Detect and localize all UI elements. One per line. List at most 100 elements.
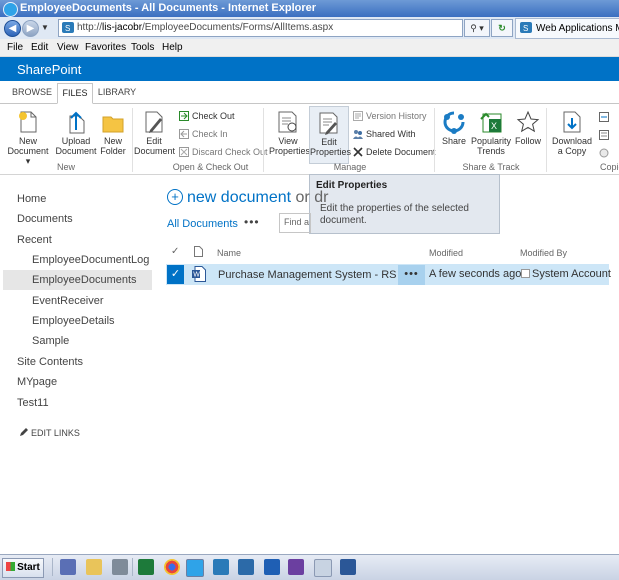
modified-value: A few seconds ago (429, 268, 522, 280)
tooltip-description: Edit the properties of the selected docu… (320, 203, 469, 226)
tab-files[interactable]: FILES (57, 83, 93, 104)
view-all-documents[interactable]: All Documents (167, 218, 238, 230)
item-ellipsis-button[interactable]: ••• (398, 265, 425, 285)
check-in-button[interactable]: Check In (179, 129, 228, 139)
column-header-modified[interactable]: Modified (429, 248, 463, 258)
new-folder-button[interactable]: New Folder (98, 110, 128, 156)
row-checkbox[interactable]: ✓ (167, 265, 184, 284)
svg-text:S: S (65, 24, 70, 33)
presence-indicator-icon (521, 269, 530, 278)
menu-help[interactable]: Help (162, 42, 183, 53)
follow-button[interactable]: Follow (513, 110, 543, 146)
menu-edit[interactable]: Edit (31, 42, 48, 53)
download-copy-button[interactable]: Download a Copy (549, 110, 595, 156)
edit-properties-tooltip: Edit Properties Edit the properties of t… (309, 174, 500, 234)
visual-studio-icon[interactable] (288, 559, 304, 575)
group-divider (434, 108, 435, 172)
back-icon[interactable]: ◀ (4, 20, 21, 37)
menu-file[interactable]: File (7, 42, 23, 53)
upload-document-button[interactable]: Upload Document (55, 110, 97, 156)
new-document-button[interactable]: New Document ▾ (4, 110, 52, 166)
edit-properties-button[interactable]: Edit Properties (309, 106, 351, 164)
discard-check-out-button[interactable]: Discard Check Out (179, 147, 268, 157)
new-document-icon (19, 111, 37, 133)
go-to-source-icon[interactable] (599, 148, 609, 161)
nav-item-sample[interactable]: Sample (32, 335, 69, 347)
send-to-icon[interactable] (599, 112, 609, 125)
edit-properties-icon (319, 112, 338, 135)
command-prompt-icon[interactable] (112, 559, 128, 575)
tab-browse[interactable]: BROWSE (10, 83, 54, 102)
group-label-share-track: Share & Track (462, 162, 520, 172)
select-all-check-icon[interactable]: ✓ (171, 246, 179, 257)
popularity-trends-button[interactable]: X Popularity Trends (471, 110, 511, 156)
check-out-icon (179, 111, 189, 121)
search-dropdown-icon[interactable]: ⚲ ▾ (464, 19, 490, 37)
forward-icon[interactable]: ▶ (22, 20, 39, 37)
download-icon (563, 111, 581, 133)
menu-favorites[interactable]: Favorites (85, 42, 126, 53)
refresh-icon[interactable]: ↻ (491, 19, 513, 37)
nav-item-eventreceiver[interactable]: EventReceiver (32, 295, 104, 307)
version-history-button[interactable]: Version History (353, 111, 427, 121)
browser-menu-bar: File Edit View Favorites Tools Help (0, 39, 619, 57)
nav-item-mypage[interactable]: MYpage (17, 376, 57, 388)
view-options-ellipsis[interactable]: ••• (244, 215, 260, 229)
nav-item-employeedocuments[interactable]: EmployeeDocuments (32, 274, 137, 286)
sharepoint-designer-icon[interactable] (213, 559, 229, 575)
nav-item-employeedocumentlog[interactable]: EmployeeDocumentLog (32, 254, 149, 266)
upload-icon (69, 111, 85, 134)
find-file-input[interactable]: Find a (279, 213, 311, 233)
browser-tab-web-applications[interactable]: S Web Applications Manag (515, 18, 619, 39)
start-button[interactable]: Start (2, 558, 44, 578)
notepad-icon[interactable] (314, 559, 332, 577)
document-name-link[interactable]: Purchase Management System - RS ¤ (218, 269, 406, 281)
nav-item-documents[interactable]: Documents (17, 213, 73, 225)
view-properties-button[interactable]: View Properties (269, 110, 310, 156)
menu-view[interactable]: View (57, 42, 79, 53)
manage-copies-icon[interactable] (599, 130, 609, 143)
internet-explorer-taskbar-icon[interactable] (186, 559, 204, 577)
nav-item-site-contents[interactable]: Site Contents (17, 356, 83, 368)
column-header-modified-by[interactable]: Modified By (520, 248, 567, 258)
modified-by-value[interactable]: System Account (532, 268, 611, 280)
taskbar-divider (52, 558, 53, 576)
nav-item-recent[interactable]: Recent (17, 234, 52, 246)
view-properties-icon (278, 111, 297, 133)
group-label-open-check-out: Open & Check Out (172, 162, 249, 172)
outlook-icon[interactable] (264, 559, 280, 575)
explorer-folder-icon[interactable] (86, 559, 102, 575)
address-bar[interactable]: S http://lis-jacobr/EmployeeDocuments/Fo… (58, 19, 463, 37)
server-manager-icon[interactable] (60, 559, 76, 575)
check-out-button[interactable]: Check Out (179, 111, 235, 121)
svg-text:S: S (523, 24, 528, 33)
tab-library[interactable]: LIBRARY (94, 83, 140, 102)
share-button[interactable]: Share (439, 110, 469, 146)
suite-bar-title[interactable]: SharePoint (17, 62, 81, 77)
edit-links-button[interactable]: EDIT LINKS (19, 428, 80, 438)
chrome-icon[interactable] (164, 559, 180, 575)
nav-item-home[interactable]: Home (17, 193, 46, 205)
group-divider (546, 108, 547, 172)
address-toolbar: ◀ ▶ ▼ S http://lis-jacobr/EmployeeDocume… (0, 17, 619, 40)
excel-taskbar-icon[interactable] (138, 559, 154, 575)
version-history-icon (353, 111, 363, 121)
sharepoint-suite-bar: SharePoint (0, 57, 619, 81)
word-taskbar-icon[interactable] (340, 559, 356, 575)
edit-document-button[interactable]: Edit Document (134, 110, 175, 156)
file-type-header-icon (194, 246, 203, 257)
new-document-link[interactable]: + new document or dr (167, 189, 328, 207)
word-document-icon: W (192, 266, 206, 282)
column-header-name[interactable]: Name (217, 248, 241, 258)
edit-document-icon (145, 111, 163, 133)
nav-item-employeedetails[interactable]: EmployeeDetails (32, 315, 115, 327)
delete-document-button[interactable]: Delete Document (353, 147, 436, 157)
nav-item-test11[interactable]: Test11 (17, 397, 49, 409)
lync-icon[interactable] (238, 559, 254, 575)
folder-icon (102, 116, 124, 133)
menu-tools[interactable]: Tools (131, 42, 154, 53)
history-dropdown-icon[interactable]: ▼ (41, 23, 49, 32)
tab-title: Web Applications Manag (536, 23, 619, 34)
shared-with-button[interactable]: Shared With (353, 129, 416, 139)
window-title: EmployeeDocuments - All Documents - Inte… (20, 2, 317, 14)
